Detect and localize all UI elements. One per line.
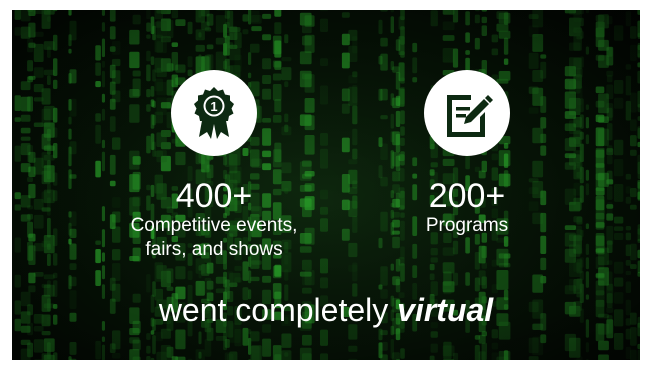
tagline-text: went completely <box>158 292 389 328</box>
events-label-line1: Competitive events, <box>130 215 298 236</box>
edit-circle <box>424 70 510 156</box>
programs-label: Programs <box>425 215 509 236</box>
stat-programs: 200+ Programs <box>367 70 567 238</box>
award-ribbon-icon: 1 <box>194 87 234 139</box>
stat-events: 1 400+ Competitive events, fairs, and sh… <box>99 70 329 262</box>
events-label-line2: fairs, and shows <box>145 239 283 260</box>
edit-document-icon <box>447 95 493 137</box>
slide: 1 400+ Competitive events, fairs, and sh… <box>12 10 640 360</box>
svg-text:1: 1 <box>210 99 217 114</box>
award-circle: 1 <box>171 70 257 156</box>
events-count: 400+ <box>175 177 253 215</box>
tagline-emphasis: virtual <box>397 292 494 328</box>
programs-count: 200+ <box>428 177 506 215</box>
tagline: went completely virtual <box>12 290 640 330</box>
